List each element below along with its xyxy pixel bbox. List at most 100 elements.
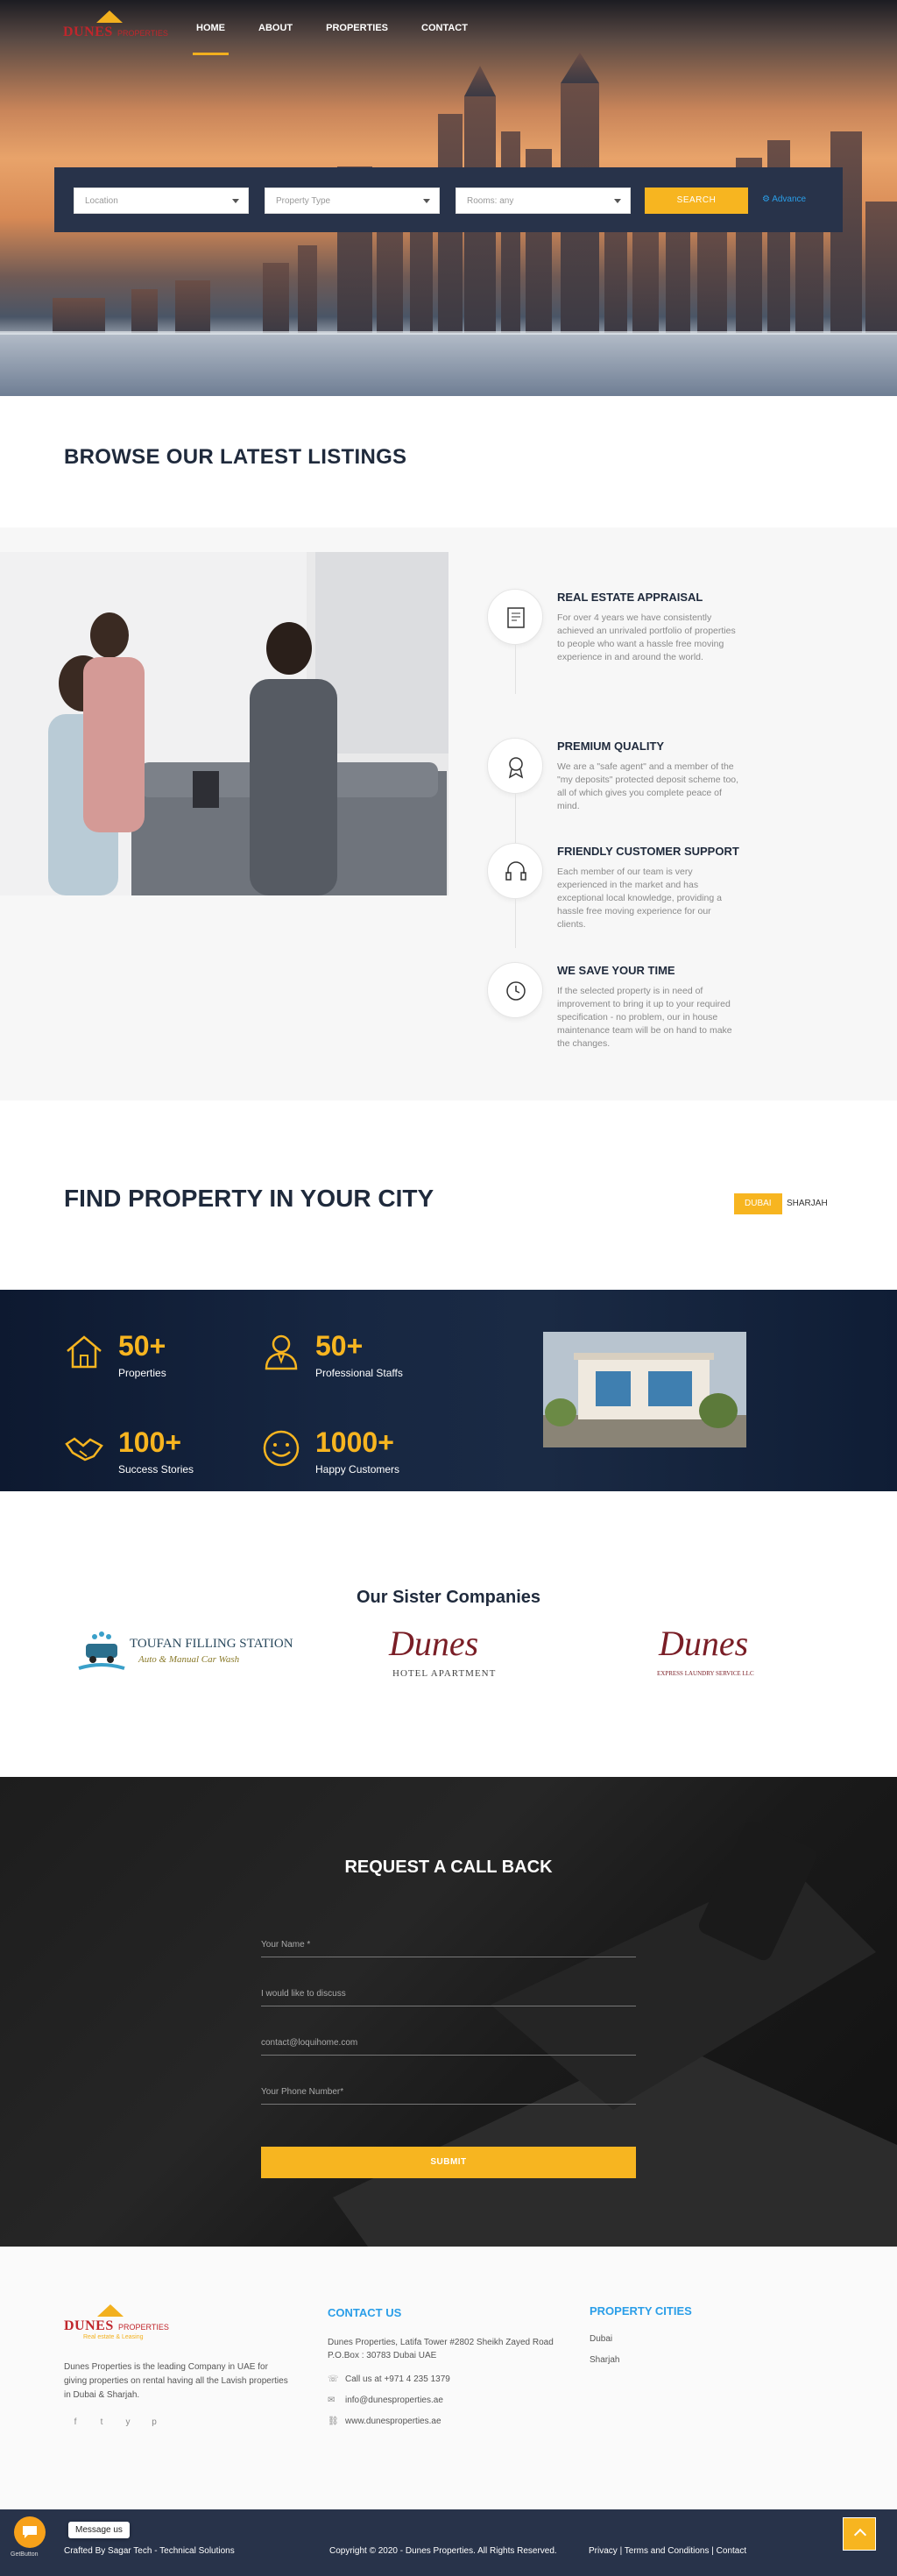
privacy-link[interactable]: Privacy (589, 2546, 618, 2556)
scroll-to-top-button[interactable] (843, 2517, 876, 2551)
sister-company-toufan[interactable]: TOUFAN FILLING STATION Auto & Manual Car… (75, 1623, 303, 1693)
feature-title: REAL ESTATE APPRAISAL (557, 591, 703, 604)
agent-handshake-photo (0, 552, 448, 895)
nav-about[interactable]: ABOUT (258, 21, 293, 35)
headset-icon (505, 861, 526, 881)
chat-message-label[interactable]: Message us (68, 2522, 130, 2538)
nav-properties[interactable]: PROPERTIES (326, 21, 388, 35)
advance-search-link[interactable]: ⚙ Advance (762, 195, 806, 204)
logo-roof-icon (96, 11, 123, 23)
feature-connector (515, 794, 516, 843)
stats-section: 50+ Properties 50+ Professional Staffs 1… (0, 1290, 897, 1491)
sister-company-dunes-laundry[interactable]: Dunes EXPRESS LAUNDRY SERVICE LLC (655, 1623, 778, 1693)
property-type-value: Property Type (276, 196, 331, 206)
chevron-down-icon (614, 199, 621, 203)
top-navigation: DUNES PROPERTIES HOME ABOUT PROPERTIES C… (0, 0, 897, 56)
footer-about: Dunes Properties is the leading Company … (64, 2362, 288, 2400)
facebook-icon[interactable]: f (67, 2415, 83, 2431)
clock-money-icon (506, 981, 526, 1001)
rooms-value: Rooms: any (467, 196, 514, 206)
crafted-by[interactable]: Crafted By Sagar Tech - Technical Soluti… (64, 2546, 235, 2556)
brand-logo[interactable]: DUNES PROPERTIES (63, 11, 168, 49)
callback-section: REQUEST A CALL BACK Your Name * I would … (0, 1777, 897, 2247)
name-field[interactable]: Your Name * (261, 1935, 636, 1957)
location-select-value: Location (85, 196, 118, 206)
contact-link[interactable]: Contact (717, 2546, 746, 2556)
feature-connector (515, 645, 516, 694)
email-field[interactable]: contact@loquihome.com (261, 2033, 636, 2056)
advance-label: Advance (772, 195, 807, 204)
find-property-heading: FIND PROPERTY IN YOUR CITY (64, 1185, 434, 1212)
feature-title: PREMIUM QUALITY (557, 740, 665, 753)
handshake-icon (65, 1437, 103, 1461)
feature-title: WE SAVE YOUR TIME (557, 964, 675, 977)
footer-logo[interactable]: DUNES PROPERTIES Real estate & Leasing (64, 2304, 169, 2343)
feature-icon-circle (487, 962, 543, 1018)
footer-address: Dunes Properties, Latifa Tower #2802 She… (328, 2338, 554, 2360)
link-icon: ⛓ (328, 2417, 339, 2426)
youtube-icon[interactable]: y (120, 2415, 136, 2431)
twitter-icon[interactable]: t (94, 2415, 109, 2431)
stat-label: Professional Staffs (315, 1367, 403, 1379)
sister-company-name: Dunes (389, 1624, 479, 1663)
search-button[interactable]: SEARCH (645, 188, 748, 214)
nav-contact[interactable]: CONTACT (421, 21, 468, 35)
sister-company-sub: HOTEL APARTMENT (392, 1668, 497, 1679)
phone-icon: ☏ (328, 2374, 339, 2384)
phone-field[interactable]: Your Phone Number* (261, 2082, 636, 2105)
footer: DUNES PROPERTIES Real estate & Leasing D… (0, 2247, 897, 2509)
features-section: REAL ESTATE APPRAISAL For over 4 years w… (0, 527, 897, 1100)
property-search-panel: Location Property Type Rooms: any SEARCH… (54, 167, 843, 232)
rooms-select[interactable]: Rooms: any (456, 188, 631, 214)
logo-name: DUNES (64, 2318, 114, 2333)
location-select[interactable]: Location (74, 188, 249, 214)
contact-heading: CONTACT US (328, 2306, 402, 2319)
cities-heading: PROPERTY CITIES (590, 2304, 692, 2318)
footer-phone[interactable]: ☏ Call us at +971 4 235 1379 (328, 2374, 450, 2384)
pinterest-icon[interactable]: p (146, 2415, 162, 2431)
city-tab-sharjah[interactable]: SHARJAH (776, 1193, 838, 1214)
nav-home[interactable]: HOME (193, 21, 229, 55)
chevron-down-icon (423, 199, 430, 203)
chat-brand-label: GetButton (11, 2551, 39, 2558)
stat-value: 50+ (315, 1330, 364, 1362)
smile-icon (263, 1430, 300, 1467)
stat-label: Happy Customers (315, 1463, 400, 1476)
footer-city-dubai[interactable]: Dubai (590, 2334, 612, 2344)
property-type-select[interactable]: Property Type (265, 188, 440, 214)
city-tab-dubai[interactable]: DUBAI (734, 1193, 782, 1214)
sister-company-dunes-hotel[interactable]: Dunes HOTEL APARTMENT (385, 1623, 517, 1693)
footer-website[interactable]: ⛓ www.dunesproperties.ae (328, 2417, 441, 2426)
feature-description: Each member of our team is very experien… (557, 867, 722, 930)
callback-heading: REQUEST A CALL BACK (344, 1858, 553, 1877)
sister-company-sub: EXPRESS LAUNDRY SERVICE LLC (657, 1670, 754, 1677)
stat-value: 100+ (118, 1426, 182, 1458)
logo-subtitle: PROPERTIES (118, 2323, 169, 2332)
hero-banner: DUNES PROPERTIES HOME ABOUT PROPERTIES C… (0, 0, 897, 396)
submit-button[interactable]: SUBMIT (261, 2147, 636, 2178)
mail-icon: ✉ (328, 2396, 335, 2405)
sister-companies-heading: Our Sister Companies (356, 1588, 541, 1607)
filter-icon: ⚙ (762, 195, 770, 204)
feature-description: If the selected property is in need of i… (557, 986, 732, 1049)
stat-value: 50+ (118, 1330, 166, 1362)
sister-company-name: Dunes (659, 1624, 749, 1663)
latest-listings-heading: BROWSE OUR LATEST LISTINGS (64, 445, 407, 469)
medal-icon (508, 757, 524, 779)
footer-email[interactable]: ✉ info@dunesproperties.ae (328, 2396, 443, 2405)
sister-company-sub: Auto & Manual Car Wash (138, 1654, 240, 1665)
document-icon (507, 607, 525, 628)
chat-button[interactable] (14, 2516, 46, 2548)
logo-tagline: Real estate & Leasing (83, 2334, 144, 2340)
phone-text: Call us at +971 4 235 1379 (345, 2374, 450, 2384)
feature-icon-circle (487, 738, 543, 794)
discuss-field[interactable]: I would like to discuss (261, 1984, 636, 2006)
legal-links: Privacy | Terms and Conditions | Contact (589, 2546, 747, 2556)
copyright: Copyright © 2020 - Dunes Properties. All… (329, 2546, 557, 2556)
terms-link[interactable]: Terms and Conditions (625, 2546, 710, 2556)
villa-photo (543, 1332, 746, 1447)
chevron-down-icon (232, 199, 239, 203)
email-text: info@dunesproperties.ae (345, 2396, 443, 2405)
footer-city-sharjah[interactable]: Sharjah (590, 2355, 619, 2365)
stat-label: Properties (118, 1367, 166, 1379)
